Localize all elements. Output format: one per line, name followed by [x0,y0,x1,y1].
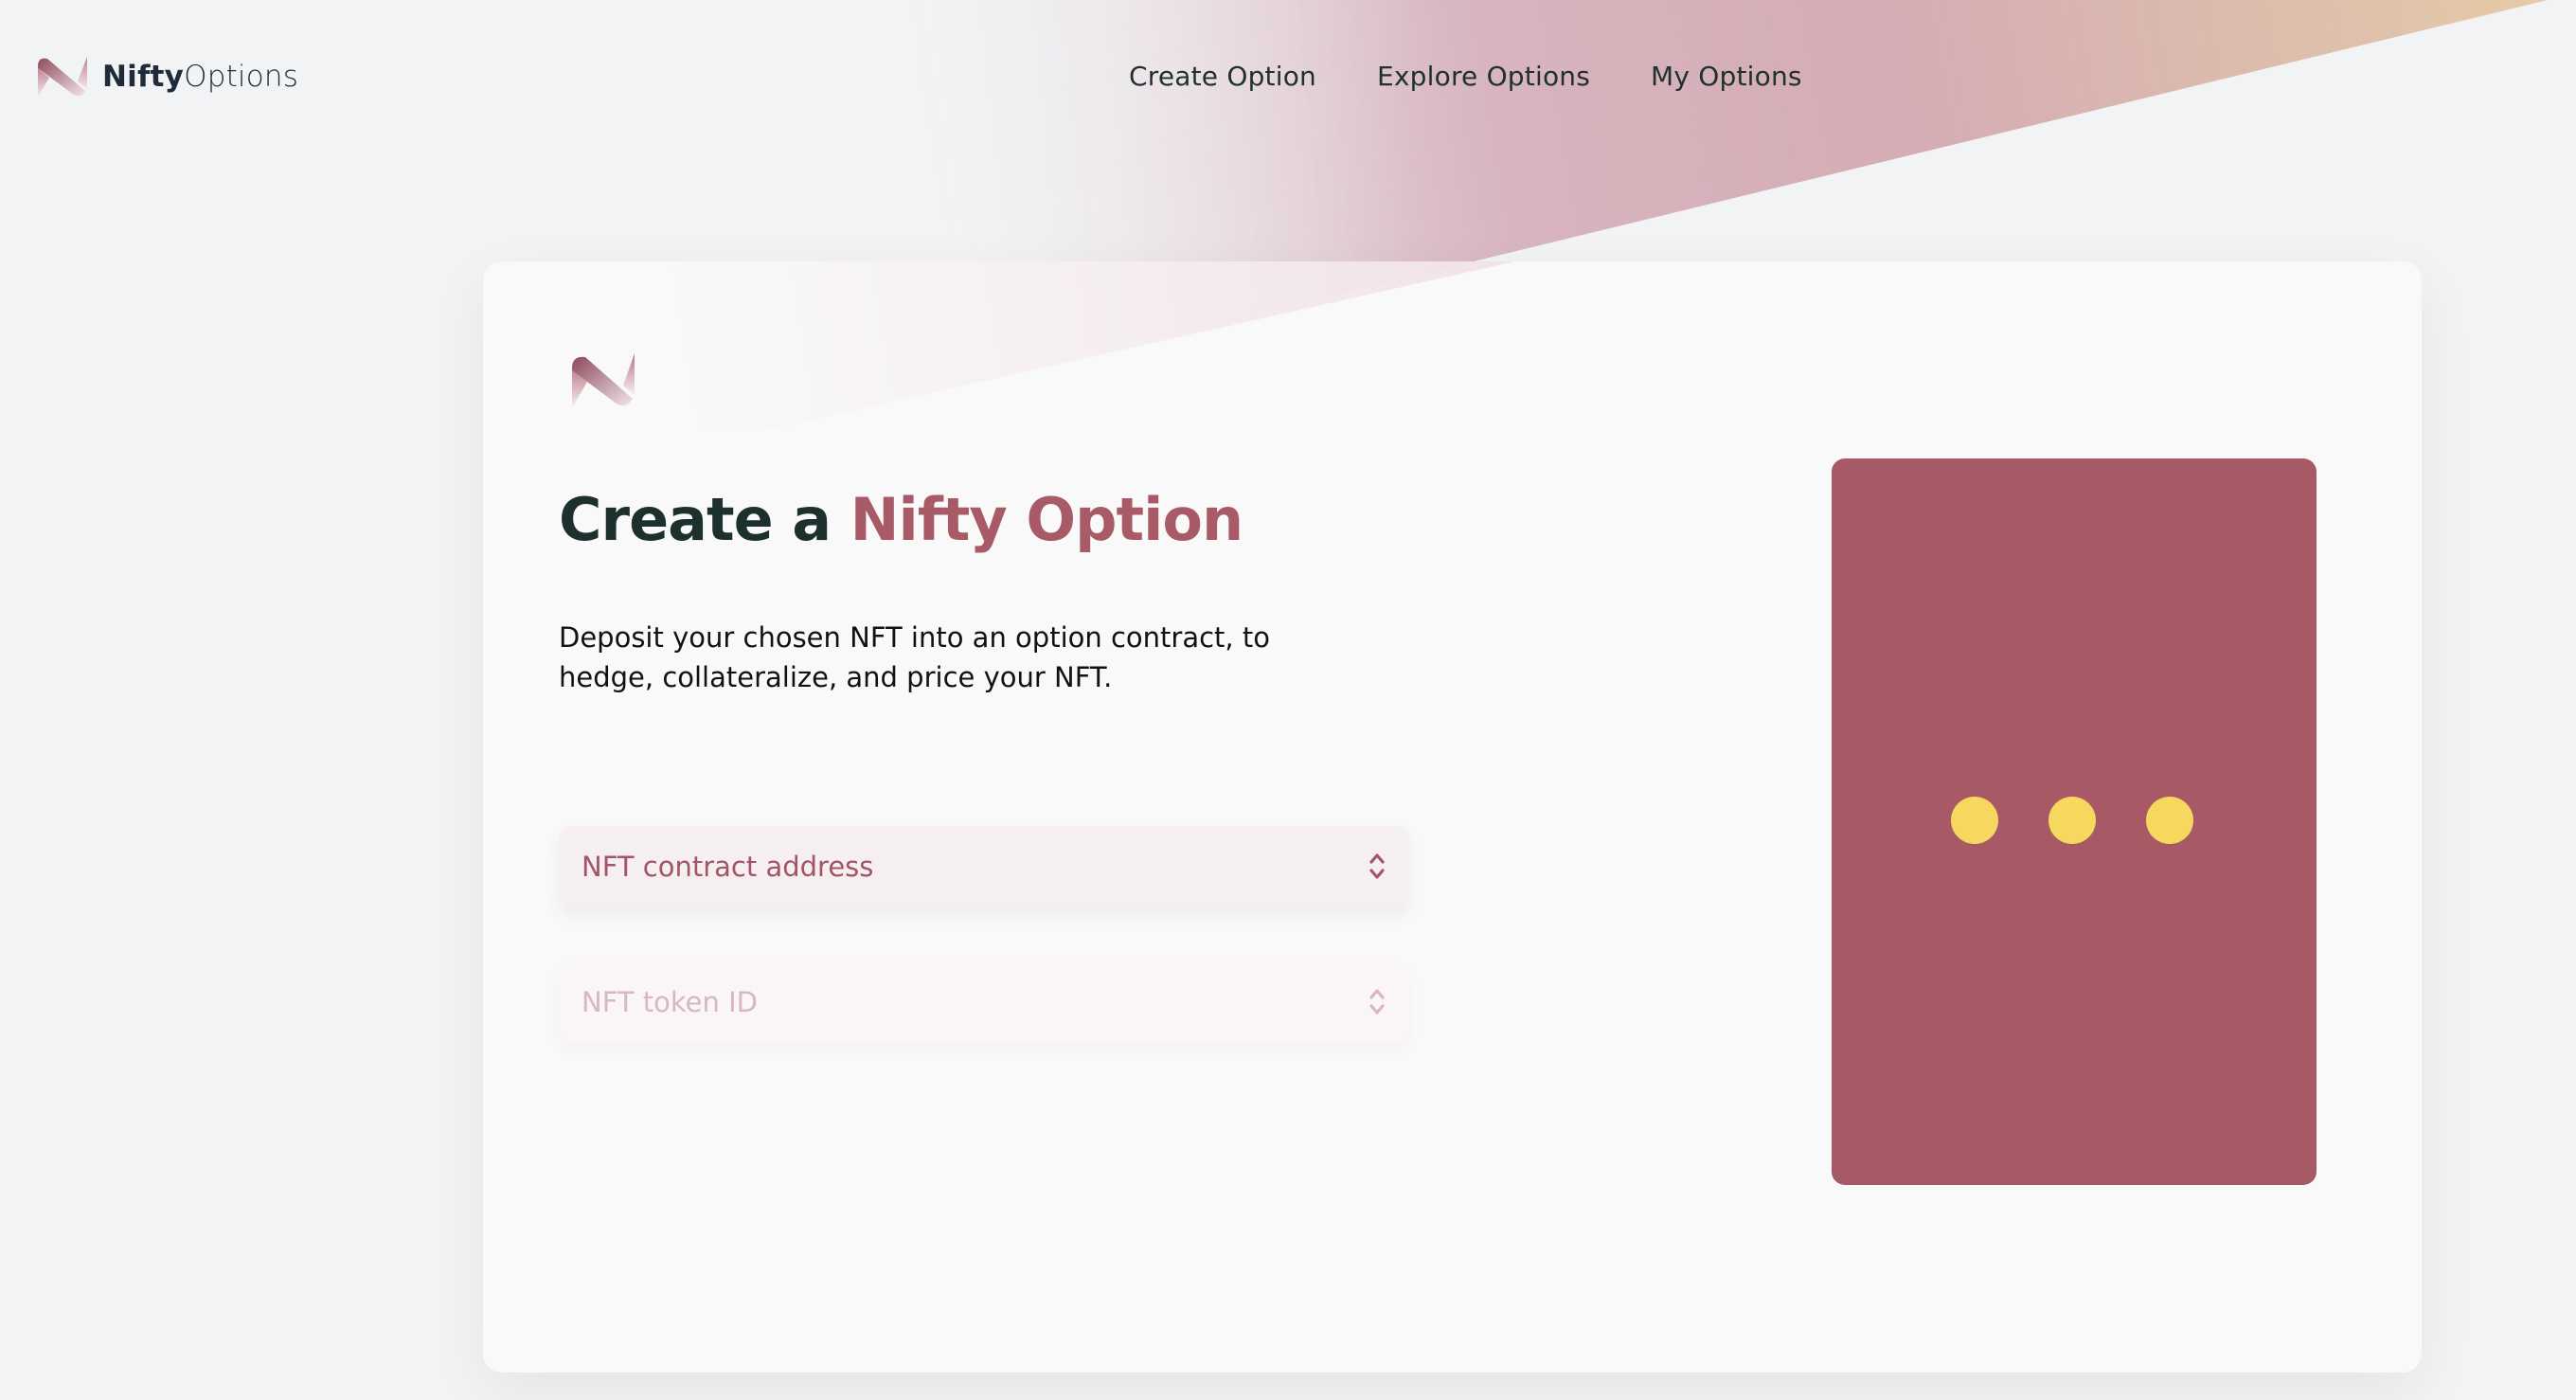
create-option-card: Create a Nifty Option Deposit your chose… [483,261,2422,1373]
brand-name-light: Options [184,60,299,94]
loading-dots-icon [1951,797,2193,844]
brand-name: NiftyOptions [102,60,298,94]
nft-contract-address-select[interactable]: NFT contract address [559,826,1409,907]
chevron-up-down-icon [1369,853,1385,879]
page-description: Deposit your chosen NFT into an option c… [559,621,1270,693]
select-placeholder: NFT contract address [581,851,874,883]
nifty-logo-icon [38,57,87,97]
nft-token-id-select[interactable]: NFT token ID [559,961,1409,1043]
nav-explore-options[interactable]: Explore Options [1377,61,1590,92]
nifty-logo-icon [572,353,635,408]
select-placeholder: NFT token ID [581,986,758,1018]
nav-my-options[interactable]: My Options [1651,61,1802,92]
title-prefix: Create a [559,485,832,554]
brand-name-bold: Nifty [102,60,185,94]
nav-create-option[interactable]: Create Option [1129,61,1316,92]
loading-dot [1951,797,1998,844]
loading-dot [2048,797,2096,844]
page-title: Create a Nifty Option [559,485,1243,554]
chevron-up-down-icon [1369,989,1385,1014]
nft-preview-placeholder [1832,458,2317,1185]
loading-dot [2146,797,2193,844]
title-accent: Nifty Option [850,485,1243,554]
brand-logo[interactable]: NiftyOptions [36,55,298,99]
main-nav: Create Option Explore Options My Options [1129,61,1802,92]
